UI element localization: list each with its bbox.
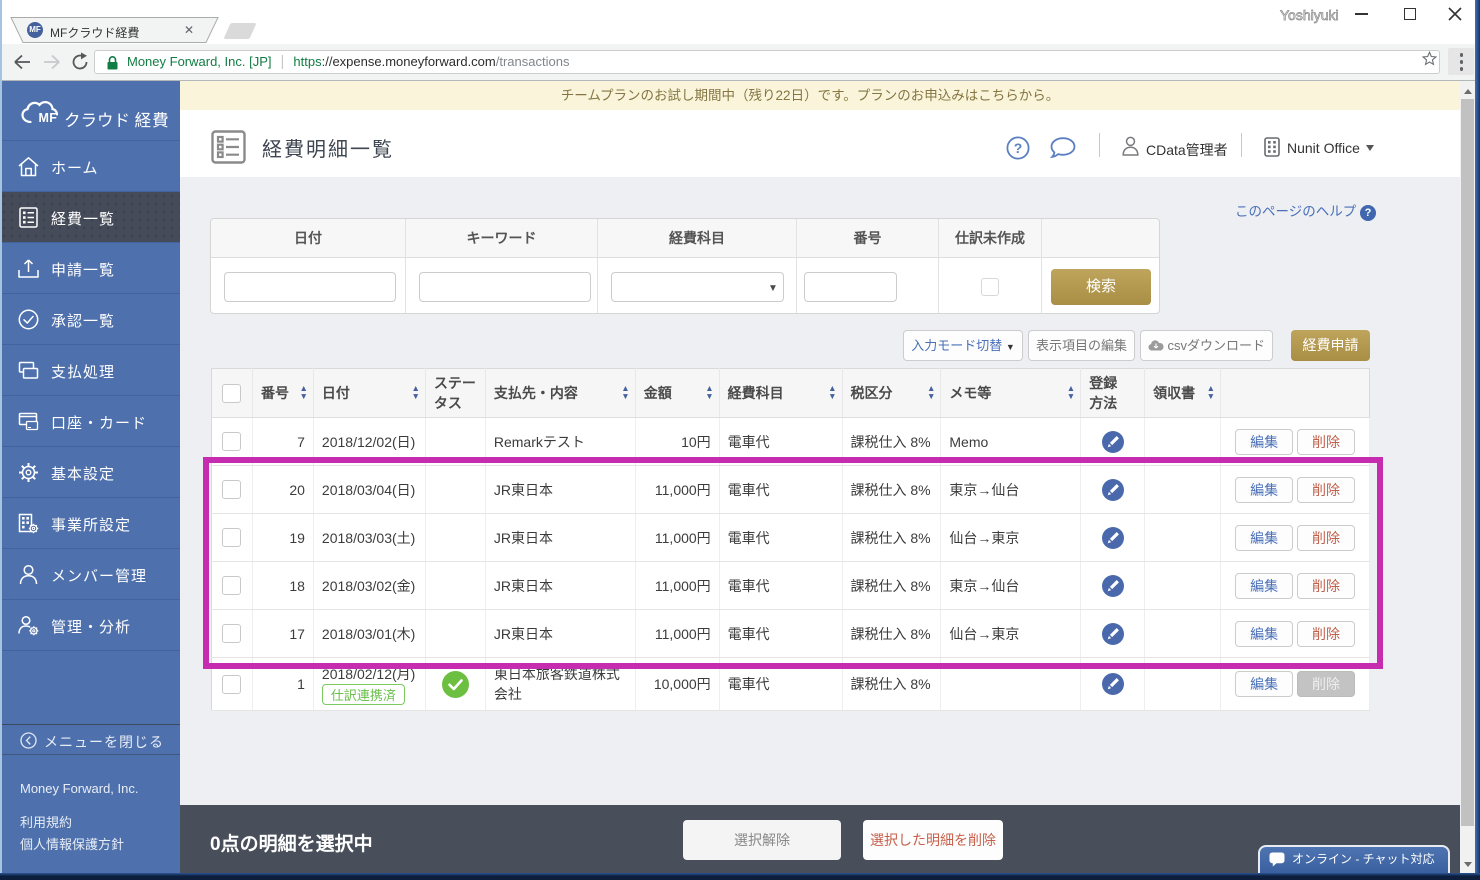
svg-text:?: ? — [1014, 140, 1023, 156]
svg-text:MF: MF — [39, 111, 58, 123]
